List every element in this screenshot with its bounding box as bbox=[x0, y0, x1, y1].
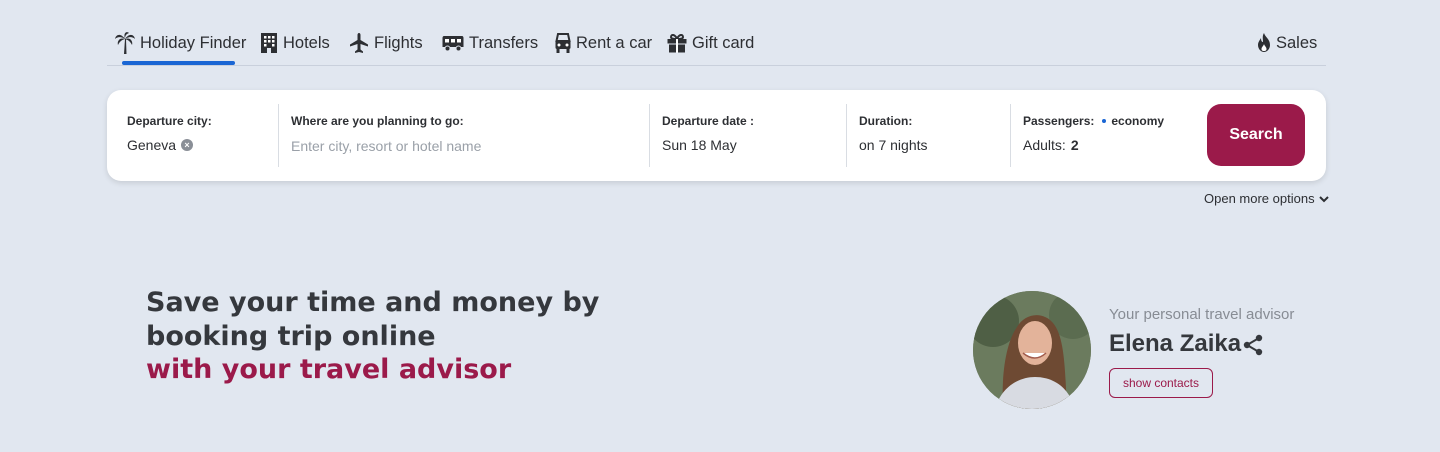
promo-line-1: Save your time and money by bbox=[146, 287, 600, 318]
destination-input[interactable] bbox=[291, 134, 631, 158]
show-contacts-button[interactable]: show contacts bbox=[1109, 368, 1213, 398]
departure-date-field[interactable]: Departure date : Sun 18 May bbox=[649, 104, 846, 167]
airplane-icon bbox=[349, 32, 369, 54]
open-more-options-link[interactable]: Open more options bbox=[1204, 191, 1329, 206]
flame-icon bbox=[1257, 33, 1271, 53]
search-button[interactable]: Search bbox=[1207, 104, 1305, 166]
departure-city-field[interactable]: Departure city: Geneva × bbox=[115, 104, 278, 167]
duration-value: on 7 nights bbox=[859, 137, 928, 153]
advisor-avatar bbox=[973, 291, 1091, 409]
destination-field[interactable]: Where are you planning to go: bbox=[278, 104, 649, 167]
passengers-label-text: Passengers: bbox=[1023, 114, 1095, 128]
nav-sales[interactable]: Sales bbox=[1257, 30, 1317, 56]
bus-icon bbox=[442, 34, 464, 52]
nav-flights[interactable]: Flights bbox=[349, 30, 423, 56]
nav-gift-card[interactable]: Gift card bbox=[667, 30, 754, 56]
nav-hotels-label: Hotels bbox=[283, 33, 330, 52]
dot-separator bbox=[1102, 118, 1107, 123]
promo-line-3: with your travel advisor bbox=[146, 354, 512, 385]
promo-headline: Save your time and money by booking trip… bbox=[146, 286, 599, 387]
nav-rent-a-car-label: Rent a car bbox=[576, 33, 653, 52]
chevron-down-icon bbox=[1318, 191, 1329, 206]
passengers-value: Adults: 2 bbox=[1023, 137, 1079, 153]
nav-transfers[interactable]: Transfers bbox=[442, 30, 538, 56]
car-icon bbox=[555, 32, 571, 54]
departure-date-value: Sun 18 May bbox=[662, 137, 737, 153]
passengers-label: Passengers: economy bbox=[1023, 114, 1164, 128]
search-panel: Departure city: Geneva × Where are you p… bbox=[107, 90, 1326, 181]
nav-sales-label: Sales bbox=[1276, 33, 1318, 52]
advisor-name: Elena Zaika bbox=[1109, 330, 1242, 357]
nav-holiday-finder[interactable]: Holiday Finder bbox=[115, 30, 246, 56]
passengers-field[interactable]: Passengers: economy Adults: 2 bbox=[1010, 104, 1190, 167]
active-tab-indicator bbox=[122, 61, 235, 65]
destination-label: Where are you planning to go: bbox=[291, 114, 464, 128]
nav-transfers-label: Transfers bbox=[469, 33, 539, 52]
clear-icon[interactable]: × bbox=[181, 139, 194, 151]
nav-hotels[interactable]: Hotels bbox=[260, 30, 330, 56]
gift-icon bbox=[667, 33, 687, 53]
departure-date-label: Departure date : bbox=[662, 114, 755, 128]
share-icon[interactable] bbox=[1242, 334, 1264, 356]
passenger-class: economy bbox=[1111, 114, 1165, 128]
promo-line-2: booking trip online bbox=[146, 320, 436, 352]
more-options-label: Open more options bbox=[1204, 191, 1315, 206]
advisor-subtitle: Your personal travel advisor bbox=[1109, 306, 1295, 323]
departure-city-value: Geneva × bbox=[127, 137, 194, 153]
departure-city-label: Departure city: bbox=[127, 114, 212, 128]
duration-field[interactable]: Duration: on 7 nights bbox=[846, 104, 1010, 167]
palm-tree-icon bbox=[115, 31, 135, 55]
nav-gift-card-label: Gift card bbox=[692, 33, 755, 52]
adults-count: 2 bbox=[1070, 137, 1079, 153]
hotel-building-icon bbox=[260, 32, 278, 54]
adults-label: Adults: bbox=[1023, 137, 1066, 153]
departure-city-text: Geneva bbox=[127, 137, 177, 153]
duration-label: Duration: bbox=[859, 114, 913, 128]
nav-flights-label: Flights bbox=[374, 33, 423, 52]
nav-rent-a-car[interactable]: Rent a car bbox=[555, 30, 652, 56]
nav-holiday-finder-label: Holiday Finder bbox=[140, 33, 247, 52]
main-nav: Holiday Finder Hotels Flights Transfers … bbox=[107, 0, 1326, 66]
